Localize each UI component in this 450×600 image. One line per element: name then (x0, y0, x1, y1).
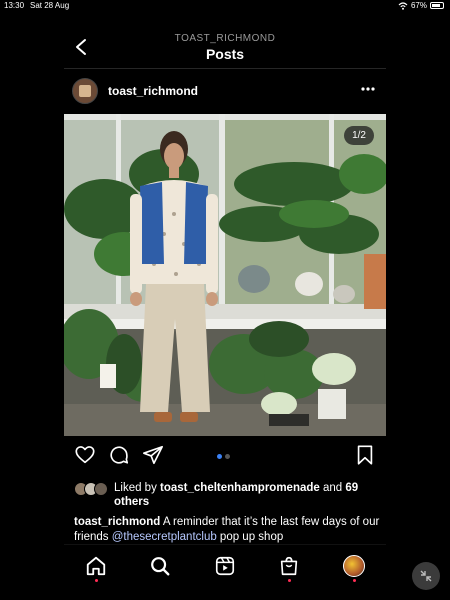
carousel-dot-active (217, 454, 222, 459)
search-icon[interactable] (149, 555, 171, 577)
carousel-indicator (217, 454, 230, 459)
profile-notification-dot (353, 579, 356, 582)
shop-notification-dot (288, 579, 291, 582)
home-notification-dot (95, 579, 98, 582)
post-actions (64, 444, 386, 470)
collapse-button[interactable] (412, 562, 440, 590)
liker-avatars (74, 482, 110, 496)
likes-row[interactable]: Liked by toast_cheltenhampromenade and 6… (74, 480, 384, 509)
post-header: toast_richmond (64, 74, 386, 110)
reels-icon[interactable] (214, 555, 236, 577)
wifi-icon (398, 1, 408, 10)
status-indicators: 67% (398, 1, 444, 10)
status-date: Sat 28 Aug (30, 1, 70, 10)
caption-username[interactable]: toast_richmond (74, 516, 160, 528)
post-username[interactable]: toast_richmond (108, 84, 198, 98)
post-caption[interactable]: toast_richmond A reminder that it’s the … (74, 515, 380, 545)
caption-text-end: pop up shop (216, 531, 284, 543)
more-options-icon[interactable] (360, 86, 376, 92)
caption-mention[interactable]: @thesecretplantclub (112, 531, 217, 543)
home-icon[interactable] (85, 555, 107, 577)
status-bar: 13:30 Sat 28 Aug 67% (0, 0, 450, 12)
app-frame: TOAST_RICHMOND Posts toast_richmond 1/2 … (64, 28, 386, 588)
likes-text: Liked by toast_cheltenhampromenade and 6… (114, 481, 384, 509)
shop-bag-icon[interactable] (278, 555, 300, 577)
avatar (94, 482, 108, 496)
bottom-tab-bar (64, 544, 386, 588)
image-counter-badge: 1/2 (344, 126, 374, 145)
header-account: TOAST_RICHMOND (174, 33, 276, 44)
liked-by-user[interactable]: toast_cheltenhampromenade (160, 482, 320, 494)
battery-icon (430, 2, 444, 9)
page-title: Posts (205, 46, 245, 62)
heart-icon[interactable] (74, 444, 96, 466)
status-time: 13:30 (4, 1, 25, 10)
carousel-dot (225, 454, 230, 459)
send-icon[interactable] (142, 444, 164, 466)
nav-header: TOAST_RICHMOND Posts (64, 28, 386, 68)
header-divider (64, 68, 386, 69)
bookmark-icon[interactable] (354, 444, 376, 466)
comment-icon[interactable] (108, 444, 130, 466)
battery-percent: 67% (410, 1, 427, 10)
post-image[interactable]: 1/2 (64, 114, 386, 436)
profile-avatar[interactable] (343, 555, 365, 577)
avatar[interactable] (72, 78, 98, 104)
post-photo-illustration (64, 114, 386, 436)
collapse-icon (420, 570, 432, 582)
likes-prefix: Liked by (114, 482, 161, 494)
likes-and: and (319, 482, 346, 494)
